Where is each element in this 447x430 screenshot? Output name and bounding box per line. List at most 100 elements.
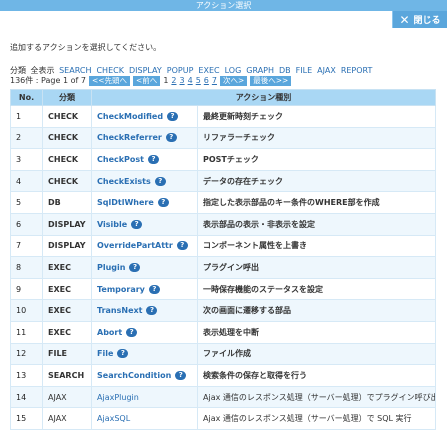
row-action-cell: Plugin? bbox=[91, 256, 198, 279]
help-bubble-icon[interactable]: ? bbox=[131, 219, 143, 229]
help-bubble-icon[interactable]: ? bbox=[176, 241, 188, 251]
help-bubble-icon[interactable]: ? bbox=[154, 176, 166, 186]
page-link-1: 1 bbox=[163, 76, 169, 85]
action-link[interactable]: Temporary bbox=[97, 285, 145, 294]
row-action-cell: AjaxPlugin bbox=[91, 385, 198, 409]
help-bubble-icon[interactable]: ? bbox=[129, 262, 141, 272]
row-number: 1 bbox=[10, 105, 43, 128]
table-row[interactable]: 3 CHECK CheckPost? POSTチェック bbox=[10, 148, 437, 171]
close-button[interactable]: ✕ 閉じる bbox=[392, 11, 447, 28]
action-link[interactable]: CheckPost bbox=[97, 155, 144, 164]
filter-link-graph[interactable]: GRAPH bbox=[246, 66, 274, 75]
table-row[interactable]: 13 SEARCH SearchCondition? 検索条件の保存と取得を行う bbox=[10, 364, 437, 387]
action-link[interactable]: Plugin bbox=[97, 263, 125, 272]
action-link[interactable]: Visible bbox=[97, 220, 127, 229]
first-page-button[interactable]: <<先頭へ bbox=[88, 75, 131, 86]
filter-link-search[interactable]: SEARCH bbox=[59, 66, 91, 75]
help-bubble-icon[interactable]: ? bbox=[148, 154, 159, 164]
last-page-button[interactable]: 最後へ>> bbox=[250, 75, 292, 86]
table-header-row: No. 分類 アクション種別 bbox=[10, 89, 437, 106]
row-category: EXEC bbox=[42, 256, 92, 279]
filter-link-display[interactable]: DISPLAY bbox=[129, 66, 162, 75]
filter-link-file[interactable]: FILE bbox=[296, 66, 312, 75]
row-number: 6 bbox=[10, 212, 43, 236]
help-bubble-icon[interactable]: ? bbox=[157, 198, 169, 208]
window-title: アクション選択 bbox=[0, 0, 447, 11]
page-link-2[interactable]: 2 bbox=[171, 76, 176, 85]
row-category: FILE bbox=[42, 342, 92, 366]
action-link[interactable]: TransNext bbox=[97, 306, 142, 315]
row-description: 一時保存機能のステータスを設定 bbox=[196, 277, 437, 301]
row-category: CHECK bbox=[42, 148, 92, 171]
row-category: SEARCH bbox=[42, 364, 92, 387]
row-description: コンポーネント属性を上書き bbox=[196, 234, 437, 258]
table-row[interactable]: 6 DISPLAY Visible? 表示部品の表示・非表示を設定 bbox=[10, 212, 437, 236]
header-no: No. bbox=[10, 89, 43, 106]
table-row[interactable]: 11 EXEC Abort? 表示処理を中断 bbox=[10, 320, 437, 344]
row-action-cell: TransNext? bbox=[91, 299, 198, 322]
table-row[interactable]: 9 EXEC Temporary? 一時保存機能のステータスを設定 bbox=[10, 277, 437, 301]
table-row[interactable]: 2 CHECK CheckReferrer? リファラーチェック bbox=[10, 126, 437, 150]
row-description: 最終更新時刻チェック bbox=[196, 105, 437, 128]
help-bubble-icon[interactable]: ? bbox=[165, 133, 177, 143]
row-number: 4 bbox=[10, 169, 43, 193]
page-link-5[interactable]: 5 bbox=[196, 76, 201, 85]
filter-link-ajax[interactable]: AJAX bbox=[317, 66, 336, 75]
row-category: DB bbox=[42, 191, 92, 214]
help-bubble-icon[interactable]: ? bbox=[167, 111, 179, 121]
row-action-cell: SqlDtlWhere? bbox=[91, 191, 198, 214]
page-link-7[interactable]: 7 bbox=[212, 76, 217, 85]
action-link[interactable]: SearchCondition bbox=[97, 371, 171, 380]
help-bubble-icon[interactable]: ? bbox=[148, 284, 160, 294]
instruction-text: 追加するアクションを選択してください。 bbox=[10, 43, 162, 52]
action-link[interactable]: CheckModified bbox=[97, 112, 163, 121]
row-category: EXEC bbox=[42, 299, 92, 322]
row-number: 8 bbox=[10, 256, 43, 279]
row-category: DISPLAY bbox=[42, 234, 92, 258]
row-action-cell: Abort? bbox=[91, 320, 198, 344]
table-row[interactable]: 4 CHECK CheckExists? データの存在チェック bbox=[10, 169, 437, 193]
close-button-label: 閉じる bbox=[413, 16, 441, 26]
row-category: AJAX bbox=[42, 385, 92, 409]
help-bubble-icon[interactable]: ? bbox=[117, 349, 129, 359]
action-link[interactable]: Abort bbox=[97, 328, 122, 337]
help-bubble-icon[interactable]: ? bbox=[175, 370, 187, 380]
filter-link-exec[interactable]: EXEC bbox=[198, 66, 219, 75]
page-link-3[interactable]: 3 bbox=[180, 76, 185, 85]
filter-link-report[interactable]: REPORT bbox=[341, 66, 373, 75]
row-description: データの存在チェック bbox=[196, 169, 437, 193]
row-number: 7 bbox=[10, 234, 43, 258]
action-link[interactable]: SqlDtlWhere bbox=[97, 198, 154, 207]
action-link[interactable]: OverridePartAttr bbox=[97, 241, 173, 250]
row-category: CHECK bbox=[42, 105, 92, 128]
filter-link-check[interactable]: CHECK bbox=[96, 66, 124, 75]
row-number: 12 bbox=[10, 342, 43, 366]
table-row[interactable]: 1 CHECK CheckModified? 最終更新時刻チェック bbox=[10, 105, 437, 128]
filter-link-log[interactable]: LOG bbox=[225, 66, 242, 75]
filter-all[interactable]: 全表示 bbox=[31, 66, 55, 75]
table-row[interactable]: 14 AJAX AjaxPlugin Ajax 通信のレスポンス処理（サーバー処理）で… bbox=[10, 385, 437, 409]
action-table: No. 分類 アクション種別 1 CHECK CheckModified? 最終更新時… bbox=[10, 89, 437, 430]
table-row[interactable]: 15 AJAX AjaxSQL Ajax 通信のレスポンス処理（サーバー処理）で SQ… bbox=[10, 407, 437, 430]
filter-link-db[interactable]: DB bbox=[279, 66, 291, 75]
page-link-4[interactable]: 4 bbox=[188, 76, 193, 85]
table-row[interactable]: 12 FILE File? ファイル作成 bbox=[10, 342, 437, 366]
action-link[interactable]: CheckReferrer bbox=[97, 133, 162, 142]
action-link[interactable]: CheckExists bbox=[97, 177, 151, 186]
action-link[interactable]: File bbox=[97, 349, 113, 358]
action-link[interactable]: AjaxPlugin bbox=[97, 393, 139, 402]
table-row[interactable]: 7 DISPLAY OverridePartAttr? コンポーネント属性を上書き bbox=[10, 234, 437, 258]
row-description: 次の画面に遷移する部品 bbox=[196, 299, 437, 322]
table-row[interactable]: 10 EXEC TransNext? 次の画面に遷移する部品 bbox=[10, 299, 437, 322]
prev-page-button[interactable]: <前へ bbox=[133, 75, 161, 86]
row-category: EXEC bbox=[42, 277, 92, 301]
page-link-6[interactable]: 6 bbox=[204, 76, 209, 85]
help-bubble-icon[interactable]: ? bbox=[146, 306, 158, 316]
help-bubble-icon[interactable]: ? bbox=[126, 327, 138, 337]
table-row[interactable]: 5 DB SqlDtlWhere? 指定した表示部品のキー条件のWHERE部を作成 bbox=[10, 191, 437, 214]
next-page-button[interactable]: 次へ> bbox=[219, 75, 248, 86]
filter-link-popup[interactable]: POPUP bbox=[167, 66, 194, 75]
row-action-cell: SearchCondition? bbox=[91, 364, 198, 387]
record-count: 136件 : Page 1 of 7 bbox=[10, 76, 86, 85]
table-row[interactable]: 8 EXEC Plugin? プラグイン呼出 bbox=[10, 256, 437, 279]
